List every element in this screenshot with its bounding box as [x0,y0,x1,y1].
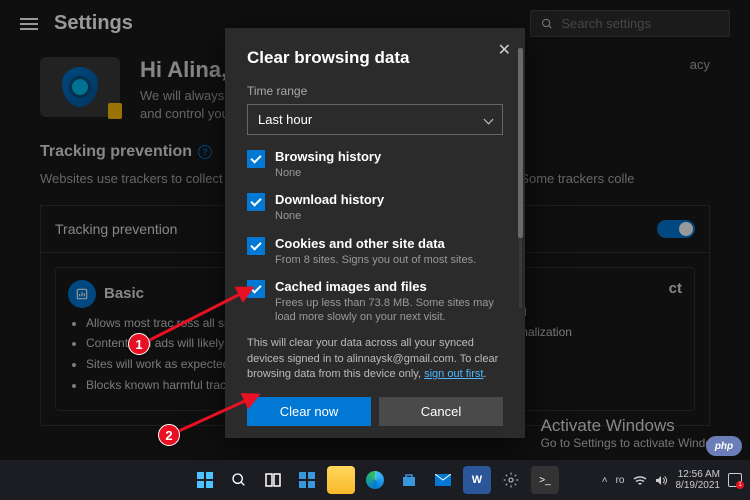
terminal-icon[interactable]: >_ [531,466,559,494]
cancel-button[interactable]: Cancel [379,397,503,426]
language-indicator[interactable]: ro [616,475,625,486]
notification-icon[interactable]: 1 [728,473,742,487]
settings-icon[interactable] [497,466,525,494]
taskview-icon[interactable] [259,466,287,494]
store-icon[interactable] [395,466,423,494]
widgets-icon[interactable] [293,466,321,494]
modal-overlay: ✕ Clear browsing data Time range Last ho… [0,0,750,500]
explorer-icon[interactable] [327,466,355,494]
disclaimer: This will clear your data across all you… [247,336,503,382]
opt-sub: None [275,209,384,223]
checkbox-cached[interactable] [247,280,265,298]
search-taskbar-icon[interactable] [225,466,253,494]
close-icon[interactable]: ✕ [498,40,511,60]
opt-sub: None [275,166,381,180]
taskbar[interactable]: W >_ ˄ ro 12:56 AM 8/19/2021 1 [0,460,750,500]
range-label: Time range [247,84,503,98]
annotation-marker-1: 1 [128,333,150,355]
volume-icon[interactable] [655,474,668,487]
checkbox-browsing-history[interactable] [247,150,265,168]
chevron-down-icon [484,115,494,125]
sign-out-link[interactable]: sign out first [424,368,483,380]
wifi-icon[interactable] [633,475,647,486]
word-icon[interactable]: W [463,466,491,494]
clock-time: 12:56 AM [676,469,721,480]
system-tray[interactable]: ˄ ro 12:56 AM 8/19/2021 1 [602,469,742,491]
opt-label: Cookies and other site data [275,236,476,251]
checkbox-cookies[interactable] [247,237,265,255]
opt-sub: Frees up less than 73.8 MB. Some sites m… [275,296,503,325]
start-button[interactable] [191,466,219,494]
scrollbar-thumb[interactable] [518,48,523,238]
clear-now-button[interactable]: Clear now [247,397,371,426]
annotation-marker-2: 2 [158,424,180,446]
clock-date: 8/19/2021 [676,480,721,491]
time-range-select[interactable]: Last hour [247,104,503,135]
opt-label: Browsing history [275,149,381,164]
opt-label: Download history [275,192,384,207]
php-badge: php [706,436,742,456]
mail-icon[interactable] [429,466,457,494]
opt-label: Cached images and files [275,279,503,294]
range-value: Last hour [258,112,312,127]
dialog-title: Clear browsing data [247,48,503,68]
checkbox-download-history[interactable] [247,193,265,211]
clear-data-dialog: ✕ Clear browsing data Time range Last ho… [225,28,525,438]
edge-icon[interactable] [361,466,389,494]
tray-chevron-icon[interactable]: ˄ [602,475,608,486]
opt-sub: From 8 sites. Signs you out of most site… [275,253,476,267]
